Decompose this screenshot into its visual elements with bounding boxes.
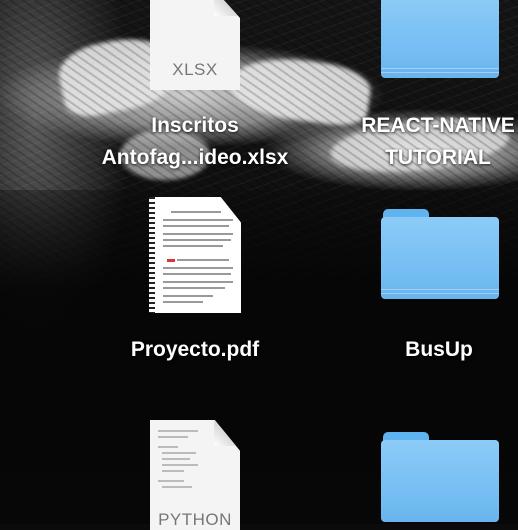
xlsx-document-icon: XLSX [150,0,240,90]
desktop-item-label: BusUp [405,338,473,361]
desktop-item-busup[interactable]: BusUp [350,205,518,370]
pdf-thumbnail-icon [149,197,241,313]
folder-icon [381,209,499,299]
desktop-item-folder[interactable] [370,428,510,524]
desktop-item-react-native-tutorial[interactable]: REACT-NATIVE TUTORIAL [338,0,518,175]
desktop-item-label: Inscritos Antofag...ideo.xlsx [101,114,289,169]
desktop-item-python-document[interactable]: PYTHON [140,418,250,530]
python-document-icon: PYTHON [150,420,240,530]
desktop-item-label: REACT-NATIVE TUTORIAL [361,114,515,169]
folder-icon [381,0,499,78]
file-extension-label: XLSX [172,60,218,79]
desktop-item-proyecto-pdf[interactable]: Proyecto.pdf [100,195,290,370]
desktop-item-inscritos-xlsx[interactable]: XLSX Inscritos Antofag...ideo.xlsx [80,0,310,175]
desktop-item-label: Proyecto.pdf [130,338,260,361]
folder-icon [381,432,499,522]
file-extension-label: PYTHON [158,510,232,529]
